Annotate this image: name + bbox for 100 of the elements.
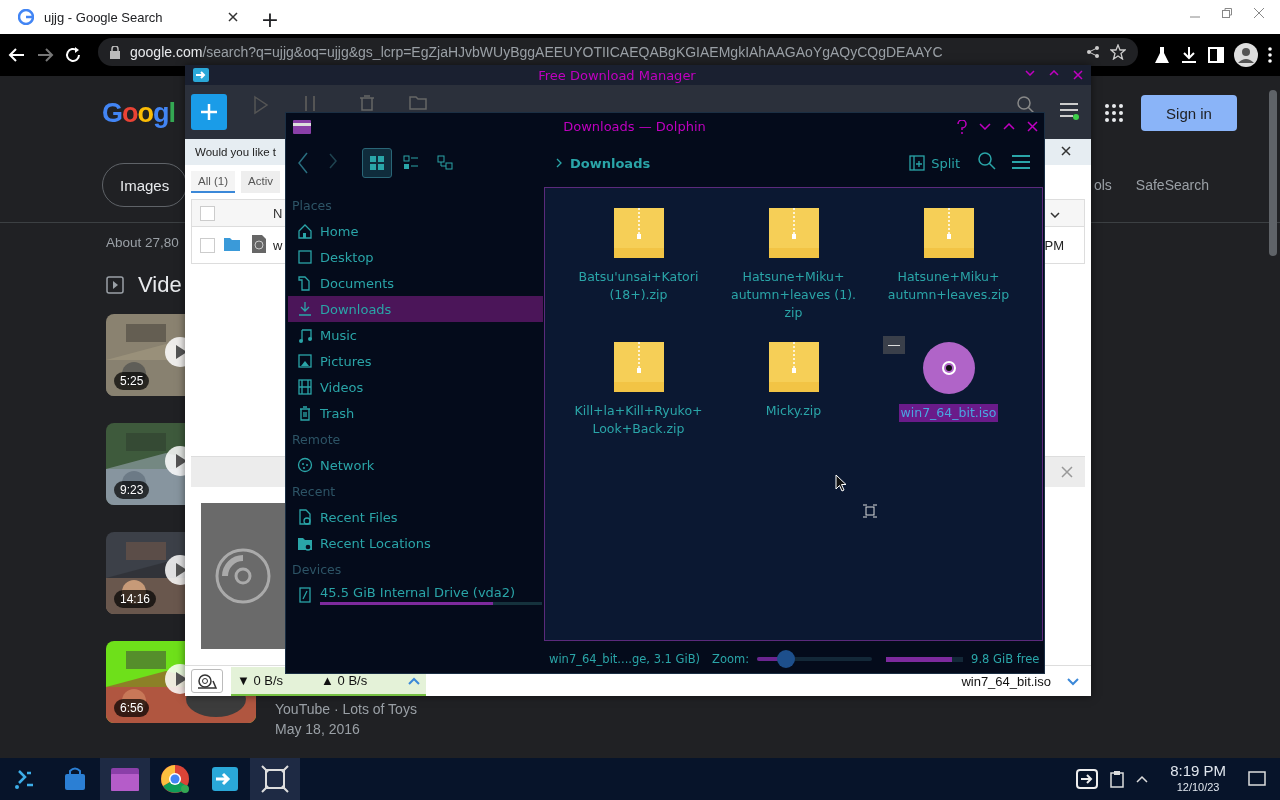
caret-up-icon[interactable] [1136, 775, 1149, 783]
caret-up-icon [408, 676, 420, 685]
banner-message: Would you like t [195, 146, 276, 158]
sidebar-item[interactable]: Desktop [288, 244, 543, 270]
sidebar-item[interactable]: Home [288, 218, 543, 244]
flask-icon[interactable] [1154, 46, 1170, 64]
search-icon[interactable] [1017, 96, 1035, 114]
tree-view-icon [437, 155, 453, 171]
clock[interactable]: 8:19 PM 12/10/23 [1170, 763, 1226, 795]
place-label: Recent Locations [320, 535, 431, 551]
window-title: Downloads — Dolphin [562, 119, 707, 134]
restore-icon[interactable] [1222, 8, 1232, 18]
free-space-label: 9.8 GiB free [971, 652, 1040, 666]
checkbox[interactable] [200, 205, 215, 221]
caret-down-icon[interactable] [1050, 211, 1060, 218]
zoom-slider[interactable] [757, 650, 873, 668]
add-button[interactable] [191, 94, 227, 130]
file-name[interactable]: win7_64_bit.iso [898, 404, 999, 422]
filter-tab[interactable]: All (1) [191, 171, 236, 193]
disc-icon[interactable] [922, 342, 975, 394]
maximize-icon[interactable] [1049, 70, 1059, 76]
sidebar-item[interactable]: Trash [288, 400, 543, 426]
desktop-icon[interactable] [1248, 771, 1266, 787]
lock-icon [110, 45, 120, 59]
apps-icon[interactable] [1105, 104, 1123, 122]
downloads-icon [297, 301, 313, 317]
column-header[interactable]: N [273, 205, 283, 221]
scrollbar[interactable] [1269, 90, 1277, 256]
star-icon[interactable] [1110, 44, 1126, 60]
sidebar-item[interactable]: Downloads [288, 296, 543, 322]
file-view[interactable]: Batsu'unsai+Katori (18+).zip Hatsune+Miku+ autumn+leaves (1). zip Hatsune+Miku+ autumn+leaves.zip Kill+la+Kill+Ryuko+ Look+Back.zip Micky.zip win7_64_bit.iso [544, 187, 1043, 641]
file-name[interactable]: Hatsune+Miku+ autumn+leaves (1). zip [724, 268, 863, 322]
help-icon[interactable] [957, 119, 967, 134]
breadcrumb[interactable]: Downloads [570, 155, 651, 171]
file-name[interactable]: Micky.zip [724, 402, 863, 420]
desktop-icon [297, 249, 313, 265]
place-label: Home [320, 223, 359, 239]
safesearch-link[interactable]: SafeSearch [1135, 177, 1209, 193]
video-duration: 6:56 [114, 699, 150, 717]
app-icon [193, 68, 209, 82]
sidebar-item[interactable]: Recent Locations [288, 530, 543, 556]
sidebar-item[interactable]: Music [288, 322, 543, 348]
side-panel-icon[interactable] [1208, 47, 1224, 63]
menu-icon[interactable] [1059, 100, 1079, 120]
icons-view-icon [369, 155, 385, 171]
view-mode-button[interactable] [362, 148, 392, 178]
tools-link[interactable]: ols [1093, 177, 1112, 193]
video-date: May 18, 2016 [275, 721, 361, 737]
clipboard-icon[interactable] [1110, 770, 1125, 788]
recent-locations-icon [297, 535, 313, 551]
disc-icon [215, 548, 271, 604]
place-label: Downloads [320, 301, 392, 317]
avatar-icon[interactable] [1234, 43, 1258, 67]
snail-icon [196, 673, 218, 689]
sidebar-item[interactable]: Documents [288, 270, 543, 296]
close-icon[interactable] [1061, 146, 1071, 156]
back-icon[interactable] [8, 46, 26, 64]
reload-icon[interactable] [64, 46, 82, 64]
more-icon[interactable] [1268, 47, 1272, 63]
download-icon[interactable] [1180, 46, 1198, 64]
minimize-icon[interactable] [1025, 70, 1035, 76]
close-icon[interactable] [228, 12, 238, 22]
share-icon[interactable] [1086, 45, 1100, 59]
shopping-bag-icon [62, 766, 88, 792]
filter-tab[interactable]: Activ [241, 171, 280, 193]
folder-icon[interactable] [223, 235, 241, 252]
result-count: About 27,80 [106, 235, 179, 250]
split-button[interactable]: Split [909, 155, 960, 171]
new-tab-button[interactable]: + [256, 4, 284, 34]
forward-icon[interactable] [36, 46, 54, 64]
home-icon [297, 223, 313, 239]
window-title: Free Download Manager [537, 67, 697, 83]
pictures-icon [297, 353, 313, 369]
taskbar-app[interactable] [250, 758, 300, 800]
plus-icon [200, 103, 218, 121]
network-icon [297, 457, 313, 473]
section-heading: Remote [291, 430, 342, 449]
sidebar-item[interactable]: Network [288, 452, 543, 478]
minimize-icon[interactable] [979, 123, 991, 130]
sidebar-item[interactable]: Recent Files [288, 504, 543, 530]
file-name[interactable]: Kill+la+Kill+Ryuko+ Look+Back.zip [569, 402, 708, 438]
sidebar-item[interactable]: 45.5 GiB Internal Drive (vda2) [288, 582, 543, 608]
cursor-icon [835, 474, 847, 492]
address-bar[interactable]: google.com/search?q=ujjg&oq=ujjg&gs_lcrp=EgZjaHJvbWUyBggAEEUYOTIICAEQABgKGIAEMgkIAhAAGAoYgAQyCQgDEAAYC [98, 38, 1138, 66]
split-icon [909, 155, 926, 171]
file-name[interactable]: Hatsune+Miku+ autumn+leaves.zip [879, 268, 1018, 304]
maximize-icon[interactable] [1003, 123, 1015, 130]
sign-in-button[interactable]: Sign in [1141, 95, 1237, 131]
selection-toggle[interactable] [883, 336, 905, 354]
menu-icon[interactable] [1012, 154, 1030, 169]
place-label: Documents [320, 275, 395, 291]
google-logo[interactable]: Googl [102, 97, 176, 129]
checkbox[interactable] [200, 237, 215, 253]
table-cell: w [273, 237, 283, 253]
search-icon[interactable] [978, 152, 996, 170]
drive-icon [297, 587, 313, 603]
sidebar-item[interactable]: Pictures [288, 348, 543, 374]
sidebar-item[interactable]: Videos [288, 374, 543, 400]
file-name[interactable]: Batsu'unsai+Katori (18+).zip [569, 268, 708, 304]
speed-limit-button[interactable] [191, 669, 223, 693]
